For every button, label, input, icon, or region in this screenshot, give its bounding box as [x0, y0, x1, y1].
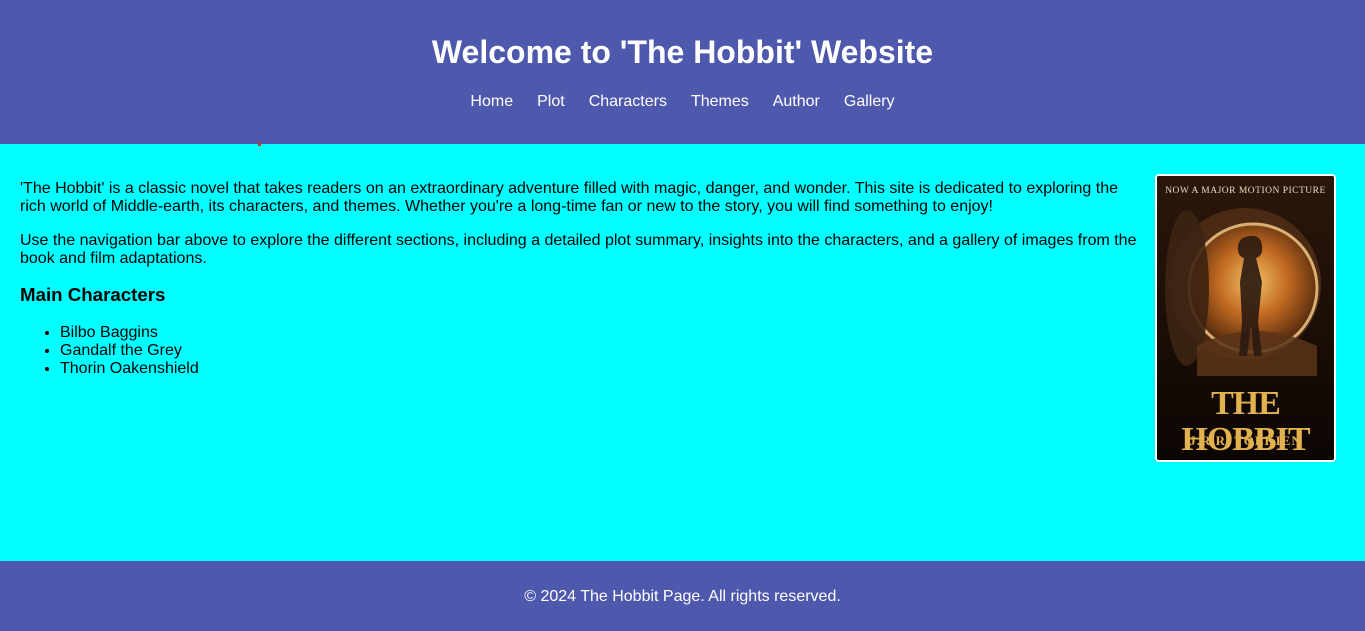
decorative-mark [258, 142, 261, 146]
page-title: Welcome to 'The Hobbit' Website [431, 34, 934, 70]
nav-themes[interactable]: Themes [691, 92, 749, 112]
site-footer: © 2024 The Hobbit Page. All rights reser… [0, 561, 1365, 631]
cover-tagline: NOW A MAJOR MOTION PICTURE [1165, 186, 1326, 196]
main-content: 'The Hobbit' is a classic novel that tak… [20, 180, 1140, 378]
nav-gallery[interactable]: Gallery [844, 92, 895, 112]
main-nav: Home Plot Characters Themes Author Galle… [0, 92, 1365, 112]
characters-heading: Main Characters [20, 284, 166, 305]
nav-plot[interactable]: Plot [537, 92, 565, 112]
intro-paragraph: 'The Hobbit' is a classic novel that tak… [20, 180, 1118, 215]
navigation-help-paragraph: Use the navigation bar above to explore … [20, 232, 1137, 267]
nav-author[interactable]: Author [773, 92, 820, 112]
site-header: Welcome to 'The Hobbit' Website Home Plo… [0, 0, 1365, 144]
book-cover-image: NOW A MAJOR MOTION PICTURE THE HOBBIT J.… [1155, 174, 1336, 462]
list-item: Thorin Oakenshield [60, 360, 1140, 378]
characters-list: Bilbo Baggins Gandalf the Grey Thorin Oa… [20, 324, 1140, 378]
list-item: Gandalf the Grey [60, 342, 1140, 360]
list-item: Bilbo Baggins [60, 324, 1140, 342]
cover-author: J.R.R. TOLKIEN [1189, 433, 1302, 448]
nav-characters[interactable]: Characters [589, 92, 667, 112]
nav-home[interactable]: Home [470, 92, 513, 112]
copyright-text: © 2024 The Hobbit Page. All rights reser… [524, 588, 841, 605]
